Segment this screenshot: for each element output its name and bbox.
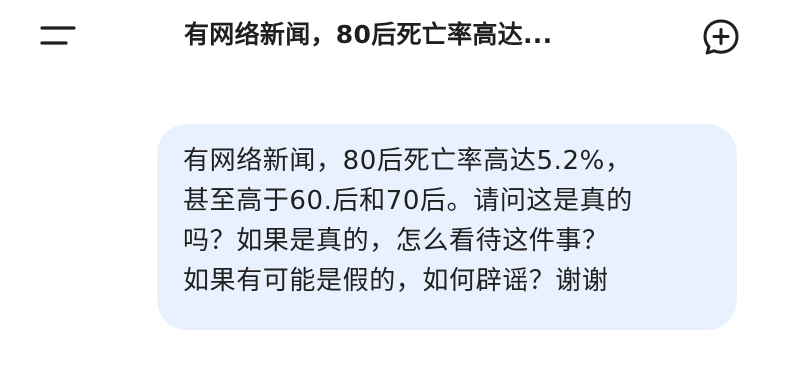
menu-button[interactable] [28,16,88,56]
message-line-1: 有网络新闻，80后死亡率高达5.2%， [183,146,632,176]
new-chat-button[interactable] [700,16,742,58]
menu-icon [28,16,88,56]
message-line-2: 甚至高于60.后和70后。请问这是真的 [183,186,633,216]
message-line-3: 吗？如果是真的，怎么看待这件事？ [183,226,609,256]
conversation-title: 有网络新闻，80后死亡率高达... [184,20,553,49]
top-bar: 有网络新闻，80后死亡率高达... [0,0,797,72]
new-chat-plus-icon [700,16,742,58]
message-line-4: 如果有可能是假的，如何辟谣？谢谢 [183,266,609,296]
user-message-bubble[interactable]: 有网络新闻，80后死亡率高达5.2%， 甚至高于60.后和70后。请问这是真的 … [157,124,737,330]
